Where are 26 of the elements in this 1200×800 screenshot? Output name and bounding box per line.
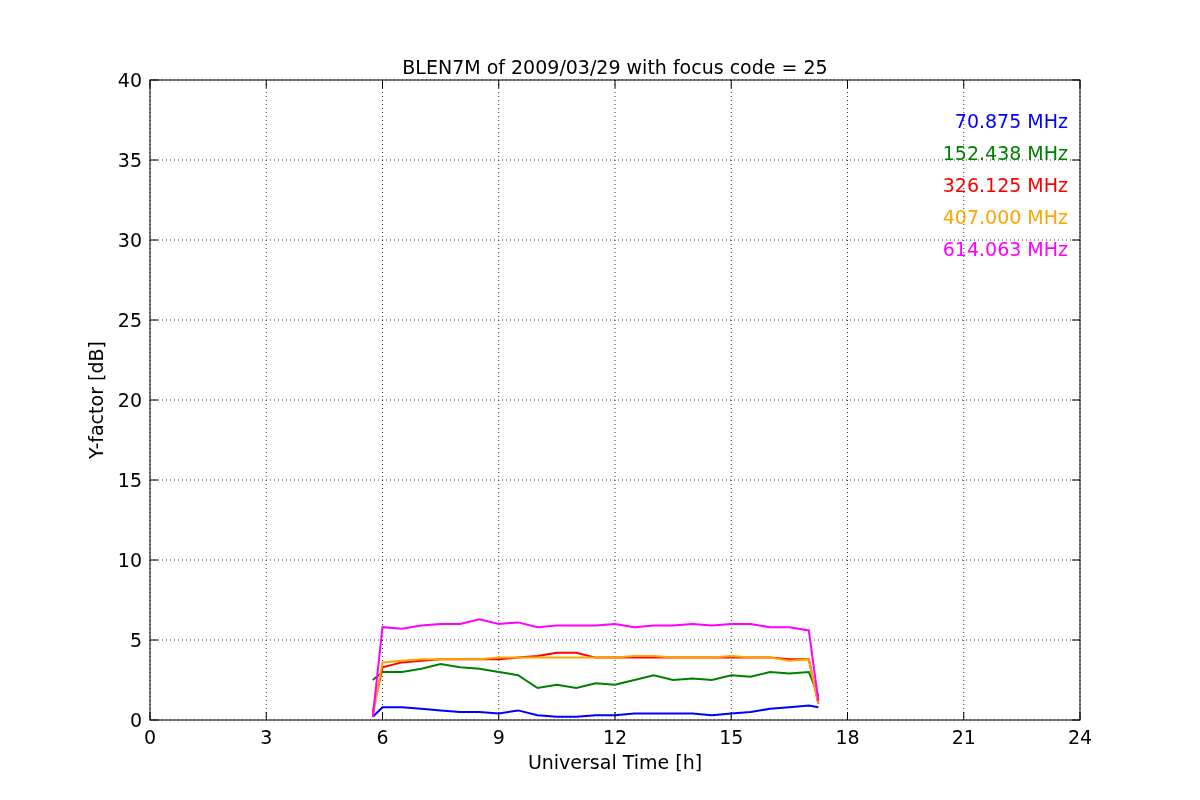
- tick-label: 21: [951, 726, 976, 748]
- tick-label: 18: [835, 726, 860, 748]
- legend-label: 152.438 MHz: [942, 142, 1068, 164]
- legend-label: 326.125 MHz: [942, 174, 1068, 196]
- tick-label: 15: [117, 469, 142, 491]
- tick-label: 40: [117, 69, 142, 91]
- tick-label: 25: [117, 309, 142, 331]
- legend-label: 614.063 MHz: [942, 238, 1068, 260]
- legend-label: 70.875 MHz: [954, 110, 1068, 132]
- axis-label: Y-factor [dB]: [85, 341, 107, 459]
- tick-label: 5: [129, 629, 142, 651]
- tick-label: 24: [1067, 726, 1093, 748]
- tick-label: 6: [376, 726, 389, 748]
- tick-label: 0: [143, 726, 157, 748]
- tick-label: 0: [129, 709, 142, 731]
- tick-label: 15: [719, 726, 744, 748]
- axis-label: Universal Time [h]: [527, 751, 703, 773]
- tick-label: 10: [117, 549, 142, 571]
- tick-label: 9: [492, 726, 505, 748]
- chart-title: BLEN7M of 2009/03/29 with focus code = 25: [402, 56, 828, 78]
- tick-label: 3: [260, 726, 273, 748]
- tick-label: 12: [602, 726, 628, 748]
- tick-label: 30: [117, 229, 142, 251]
- tick-label: 20: [117, 389, 142, 411]
- legend-label: 407.000 MHz: [942, 206, 1068, 228]
- tick-label: 35: [117, 149, 142, 171]
